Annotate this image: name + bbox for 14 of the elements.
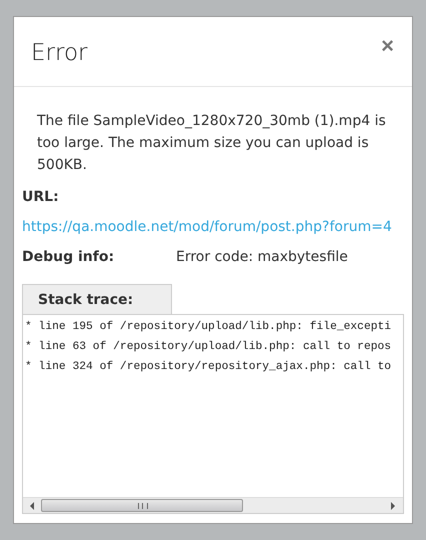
field-value: Error code: maxbytesfile: [176, 249, 348, 265]
stack-trace-line: * line 324 of /repository/repository_ajax.php: call to: [25, 360, 392, 375]
error-message: The file SampleVideo_1280x720_30mb (1).mp4 is too large. The maximum size you can upload is 500KB.: [36, 112, 387, 175]
field-label: URL:: [22, 188, 60, 207]
dialog-title: Error: [31, 40, 88, 66]
scrollbar-thumb[interactable]: [41, 499, 243, 512]
close-button[interactable]: ×: [381, 34, 394, 56]
horizontal-scrollbar[interactable]: [23, 497, 403, 513]
scroll-right-icon[interactable]: [391, 502, 395, 510]
stack-trace-line: * line 63 of /repository/upload/lib.php: call to repos: [25, 340, 392, 355]
stack-trace-line: * line 195 of /repository/upload/lib.php: file_excepti: [25, 320, 392, 335]
scroll-left-icon[interactable]: [30, 502, 34, 510]
url-link[interactable]: https://qa.moodle.net/mod/forum/post.php?forum=4: [22, 219, 392, 235]
field-label: Debug info:: [22, 248, 116, 267]
